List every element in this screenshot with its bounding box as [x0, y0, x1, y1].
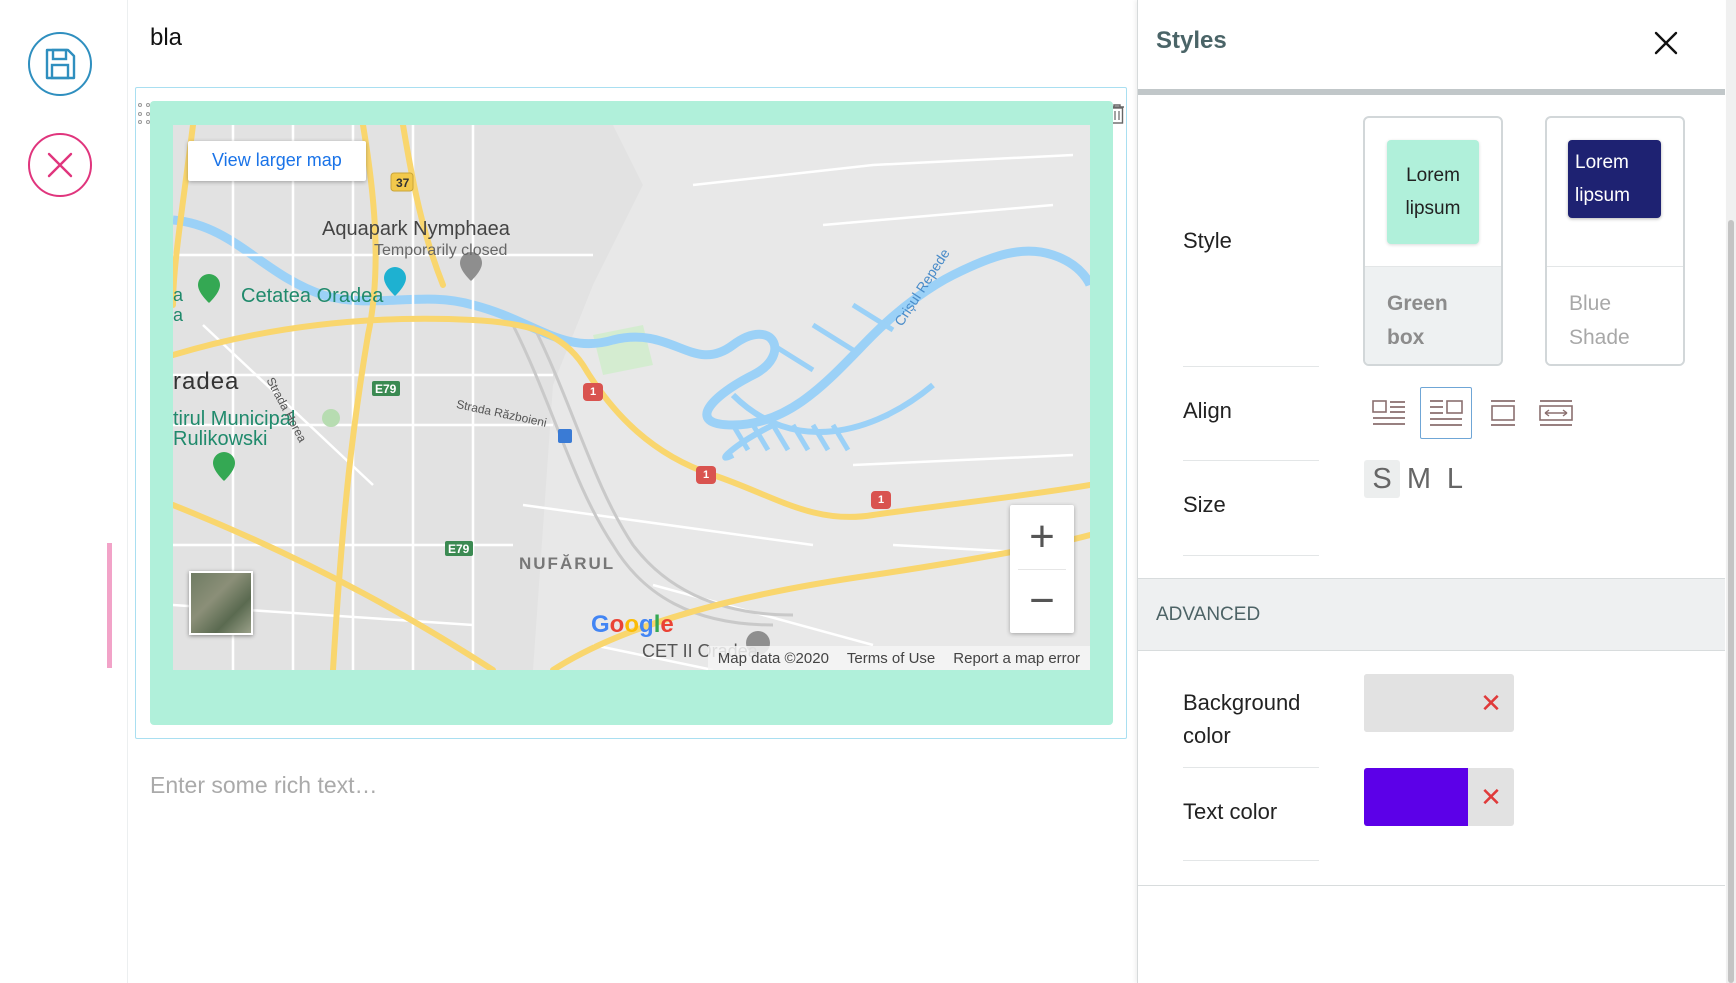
style-sample-blue: Lorem lipsum [1568, 140, 1661, 218]
map-label-nufarul: NUFĂRUL [519, 554, 616, 573]
report-map-error-link[interactable]: Report a map error [953, 650, 1080, 667]
map-label-temporarily-closed: Temporarily closed [374, 242, 508, 259]
align-inline-button[interactable] [1420, 387, 1472, 439]
terms-of-use-link[interactable]: Terms of Use [847, 650, 935, 667]
map-label-oradea: radea [173, 368, 240, 395]
align-full-width-icon [1539, 400, 1573, 426]
cancel-button[interactable] [28, 133, 92, 197]
background-color-picker[interactable]: ✕ [1364, 674, 1514, 732]
rich-text-input[interactable]: Enter some rich text… [150, 772, 378, 799]
map-shield-e79-2: E79 [448, 542, 470, 556]
map-label-left-a1: a [173, 285, 184, 305]
scrollbar[interactable] [1726, 0, 1736, 983]
satellite-toggle[interactable] [189, 571, 253, 635]
align-left-button[interactable] [1363, 387, 1415, 439]
map-attribution: Map data ©2020 Terms of Use Report a map… [707, 646, 1090, 670]
background-color-label: Background color [1183, 690, 1301, 748]
map-label-cetatea: Cetatea Oradea [241, 285, 384, 307]
panel-title: Styles [1156, 27, 1227, 54]
size-label: Size [1183, 492, 1226, 517]
map-canvas [173, 125, 1090, 670]
view-larger-map-link[interactable]: View larger map [188, 141, 366, 181]
divider [1138, 885, 1725, 886]
align-inline-icon [1430, 400, 1463, 426]
background-color-swatch[interactable] [1364, 674, 1468, 732]
size-large-button[interactable]: L [1437, 460, 1473, 498]
align-center-icon [1491, 400, 1515, 426]
advanced-section-header[interactable]: ADVANCED [1138, 578, 1725, 651]
align-label: Align [1183, 398, 1232, 423]
panel-header: Styles [1138, 0, 1725, 95]
close-icon [47, 152, 73, 178]
align-center-button[interactable] [1477, 387, 1529, 439]
map-shield-1a: 1 [590, 386, 597, 398]
style-option-blue-shade[interactable]: Lorem lipsum Blue Shade [1545, 116, 1685, 366]
drag-indicator [107, 543, 112, 668]
style-label: Style [1183, 228, 1232, 253]
styles-panel: Styles Style Lorem lipsum Green box Lore… [1137, 0, 1725, 983]
map-shield-1c: 1 [878, 494, 885, 506]
size-small-button[interactable]: S [1364, 460, 1400, 498]
divider [1183, 366, 1319, 367]
align-full-width-button[interactable] [1530, 387, 1582, 439]
save-icon [45, 48, 76, 80]
clear-background-color-button[interactable]: ✕ [1468, 674, 1514, 732]
zoom-in-button[interactable]: + [1010, 505, 1074, 569]
map-shield-37: 37 [396, 176, 410, 190]
close-icon[interactable] [1651, 28, 1681, 58]
style-sample-green: Lorem lipsum [1387, 140, 1479, 244]
scrollbar-thumb[interactable] [1728, 220, 1734, 983]
map-block[interactable]: Aquapark Nymphaea Temporarily closed Cet… [135, 87, 1127, 739]
left-toolbar [0, 0, 128, 983]
save-button[interactable] [28, 32, 92, 96]
style-name-green-box: Green box [1365, 266, 1501, 364]
size-medium-button[interactable]: M [1401, 460, 1437, 498]
green-box-container: Aquapark Nymphaea Temporarily closed Cet… [150, 101, 1113, 725]
zoom-out-button[interactable]: − [1010, 569, 1074, 633]
map-label-left-a2: a [173, 305, 184, 325]
text-color-swatch[interactable] [1364, 768, 1468, 826]
divider [1183, 767, 1319, 768]
divider [1183, 460, 1319, 461]
align-left-icon [1372, 400, 1405, 425]
zoom-controls: + − [1010, 505, 1074, 633]
style-option-green-box[interactable]: Lorem lipsum Green box [1363, 116, 1503, 366]
document-title[interactable]: bla [150, 24, 182, 52]
style-name-blue-shade: Blue Shade [1547, 266, 1683, 364]
clear-text-color-button[interactable]: ✕ [1468, 768, 1514, 826]
advanced-label: ADVANCED [1156, 604, 1261, 625]
text-color-picker[interactable]: ✕ [1364, 768, 1514, 826]
map-label-aquapark: Aquapark Nymphaea [322, 218, 510, 240]
divider [1183, 555, 1319, 556]
map-shield-1b: 1 [703, 469, 710, 481]
editor-area: bla Aquapark Nymphaea Temporarily closed… [128, 0, 1136, 983]
text-color-label: Text color [1183, 799, 1278, 824]
embedded-map[interactable]: Aquapark Nymphaea Temporarily closed Cet… [173, 125, 1090, 670]
map-label-rulikowski: Rulikowski [173, 428, 268, 450]
google-logo: Google [591, 611, 674, 638]
divider [1183, 860, 1319, 861]
map-shield-e79-1: E79 [375, 382, 397, 396]
map-data-text: Map data ©2020 [717, 649, 829, 667]
